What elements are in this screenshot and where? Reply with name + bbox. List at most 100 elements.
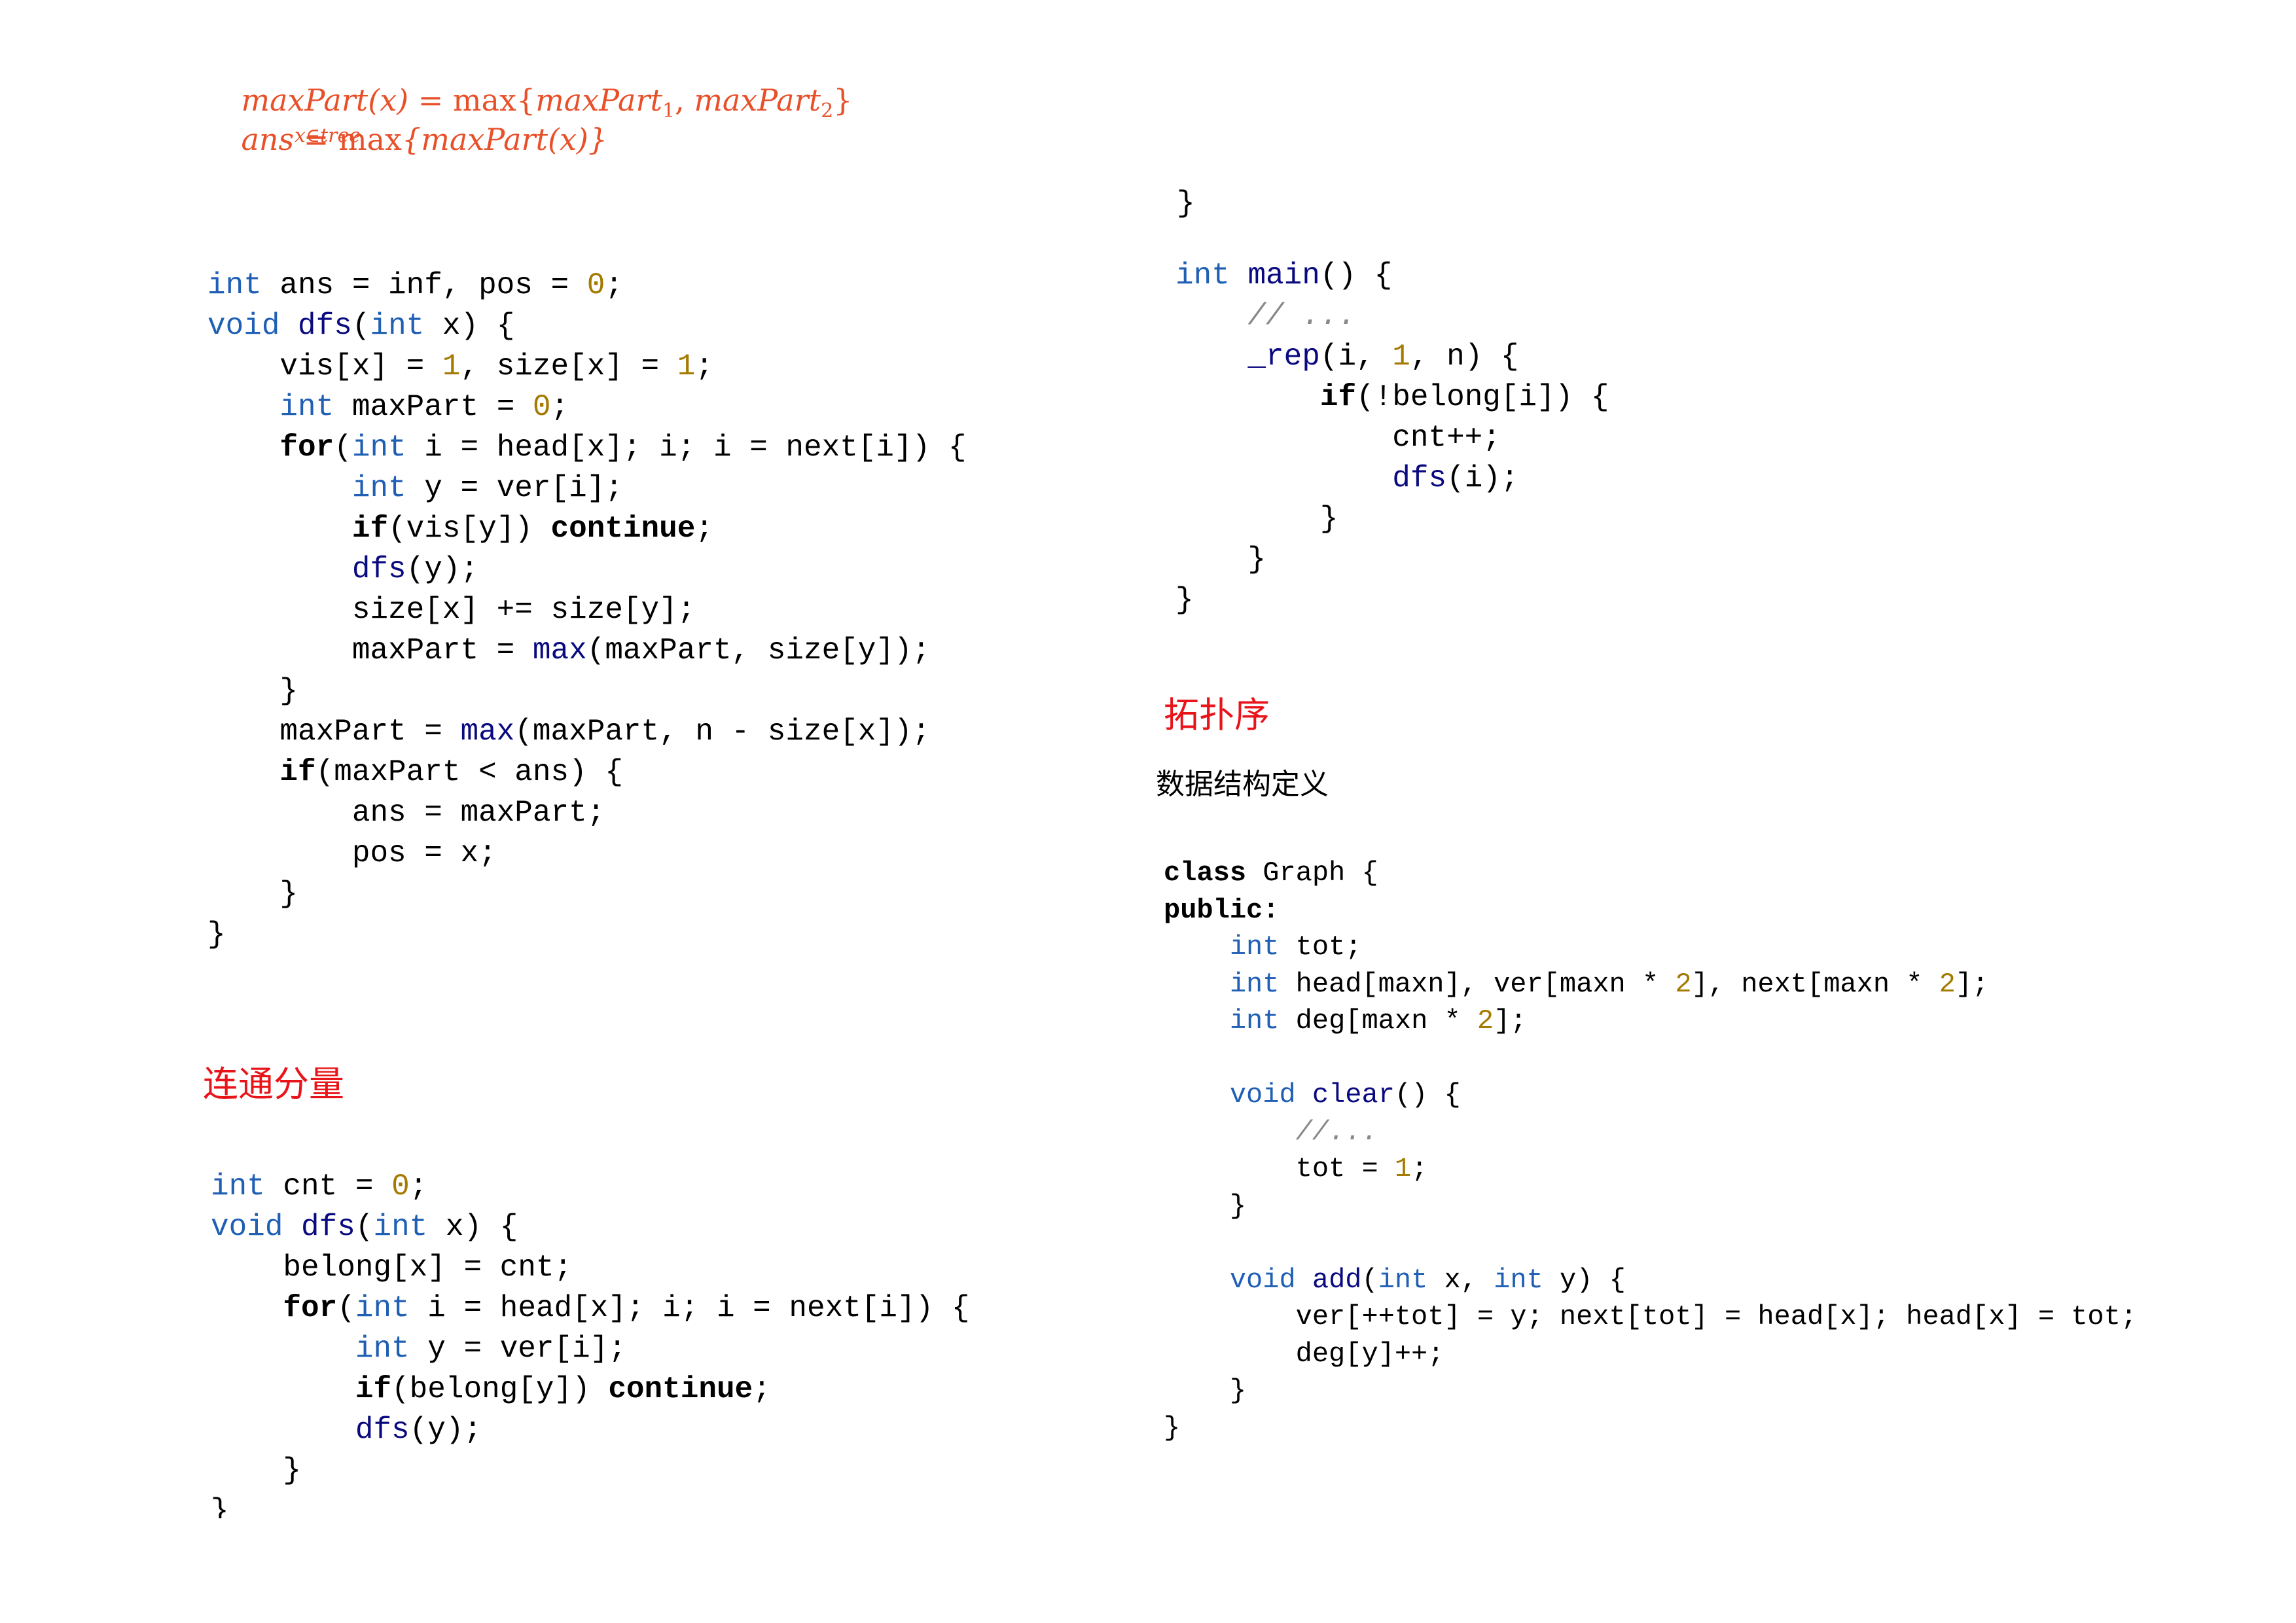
code-text: } [1175,502,1338,536]
code-text: } [1164,1375,1247,1406]
code-text: ( [334,431,352,465]
code-text: () { [1394,1079,1461,1111]
function-name: _rep [1247,340,1320,374]
heading-toposort: 拓扑序 [1164,694,1270,736]
function-name: max [532,633,587,668]
code-text: ( [355,1210,374,1244]
code-text: size[x] += size[y]; [207,593,696,627]
code-text: } [207,918,226,952]
code-text: } [207,877,298,911]
control-keyword: for [283,1291,338,1325]
code-text: , n) { [1410,340,1519,374]
code-line: int y = ver[i]; [207,468,966,508]
code-line: } [211,1491,969,1518]
type-keyword: int [355,1291,410,1325]
code-text: ; [695,349,713,383]
number-literal: 1 [442,349,461,383]
code-text: vis[x] = [207,349,442,383]
control-keyword: if [355,1372,392,1406]
code-text: ; [695,512,713,546]
code-line: dfs(y); [211,1410,969,1450]
formula-sep: , [675,82,694,118]
code-text: cnt = [264,1169,392,1204]
code-line: } [207,874,966,914]
code-text: y = ver[i]; [409,1332,626,1366]
function-name: main [1247,259,1320,293]
code-text: ; [409,1169,428,1204]
code-text: } [1164,1412,1181,1444]
code-text: () { [1319,259,1393,293]
formula-lhs: ans [241,122,295,157]
type-keyword: void [1229,1079,1296,1111]
number-literal: 0 [391,1169,410,1204]
function-name: dfs [351,552,406,586]
code-line: int cnt = 0; [211,1166,969,1207]
formula-body: {maxPart(x)} [401,122,608,157]
code-text: y = ver[i]; [406,471,623,505]
code-text: (maxPart, size[y]); [586,633,931,668]
code-line: } [1175,499,1609,539]
formula-sub: 1 [662,99,675,123]
code-line: public: [1164,892,2137,929]
type-keyword: int [279,390,334,424]
type-keyword: int [370,309,425,343]
code-text: (maxPart, n - size[x]); [514,715,931,749]
code-line: pos = x; [207,833,966,874]
code-text: } [1164,1190,1247,1222]
subheading-ds-definition: 数据结构定义 [1156,768,1329,801]
code-line: } [211,1450,969,1491]
code-text: i = head[x]; i; i = next[i]) { [406,431,967,465]
code-line: deg[y]++; [1164,1336,2137,1373]
code-line: ver[++tot] = y; next[tot] = head[x]; hea… [1164,1298,2137,1336]
code-line: ​ [1164,1040,2137,1077]
code-line: void dfs(int x) { [207,306,966,346]
code-text: , size[x] = [460,349,677,383]
code-line: void clear() { [1164,1077,2137,1114]
code-line: } [1177,183,1195,224]
code-text: (y); [406,552,479,586]
code-line: } [1175,580,1609,620]
code-line: } [207,914,966,955]
code-line: int tot; [1164,929,2137,966]
code-line: if(vis[y]) continue; [207,508,966,549]
code-line: // ... [1175,296,1609,336]
control-keyword: class [1164,857,1247,889]
code-text: ans = inf, pos = [261,268,587,302]
code-text: } [211,1454,302,1488]
code-text: (maxPart < ans) { [315,755,623,789]
control-keyword: continue [550,512,696,546]
code-line: int y = ver[i]; [211,1329,969,1369]
code-text: tot = [1164,1153,1395,1185]
code-text: (i); [1446,461,1519,495]
number-literal: 0 [532,390,551,424]
code-line: } [1164,1410,2137,1447]
function-name: dfs [298,309,352,343]
type-keyword: int [355,1332,410,1366]
code-text: deg[y]++; [1164,1338,1444,1370]
code-line: size[x] += size[y]; [207,590,966,630]
code-text: maxPart = [207,715,461,749]
number-literal: 1 [1392,340,1410,374]
code-line: int ans = inf, pos = 0; [207,265,966,306]
code-line: int main() { [1175,255,1609,296]
code-text: ; [753,1372,771,1406]
code-text: ], next[maxn * [1691,968,1939,1000]
number-literal: 2 [1675,968,1692,1000]
formula-brace: } [833,82,853,118]
control-keyword: for [279,431,334,465]
control-keyword: if [279,755,316,789]
formula-subscript: x∈tree [295,124,361,147]
type-keyword: int [351,431,406,465]
code-text: ( [337,1291,355,1325]
code-text: ( [351,309,370,343]
code-line: for(int i = head[x]; i; i = next[i]) { [211,1288,969,1329]
code-text: x) { [424,309,515,343]
code-line: } [207,671,966,711]
type-keyword: int [1229,931,1280,963]
